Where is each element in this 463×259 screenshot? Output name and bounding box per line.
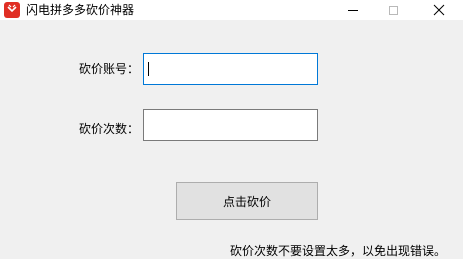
count-label: 砍价次数： — [79, 122, 140, 136]
account-label: 砍价账号： — [79, 62, 140, 76]
window-title: 闪电拼多多砍价神器 — [26, 3, 135, 17]
maximize-button[interactable] — [371, 0, 415, 20]
text-caret — [148, 62, 149, 76]
minimize-icon — [348, 10, 358, 11]
close-icon — [433, 4, 445, 16]
account-input[interactable] — [143, 53, 318, 85]
close-button[interactable] — [417, 0, 461, 20]
count-input[interactable] — [143, 109, 318, 141]
title-bar: 闪电拼多多砍价神器 — [0, 0, 463, 20]
minimize-button[interactable] — [331, 0, 375, 20]
maximize-icon — [388, 5, 398, 15]
bargain-button[interactable]: 点击砍价 — [176, 182, 318, 220]
app-logo-icon — [4, 2, 20, 18]
